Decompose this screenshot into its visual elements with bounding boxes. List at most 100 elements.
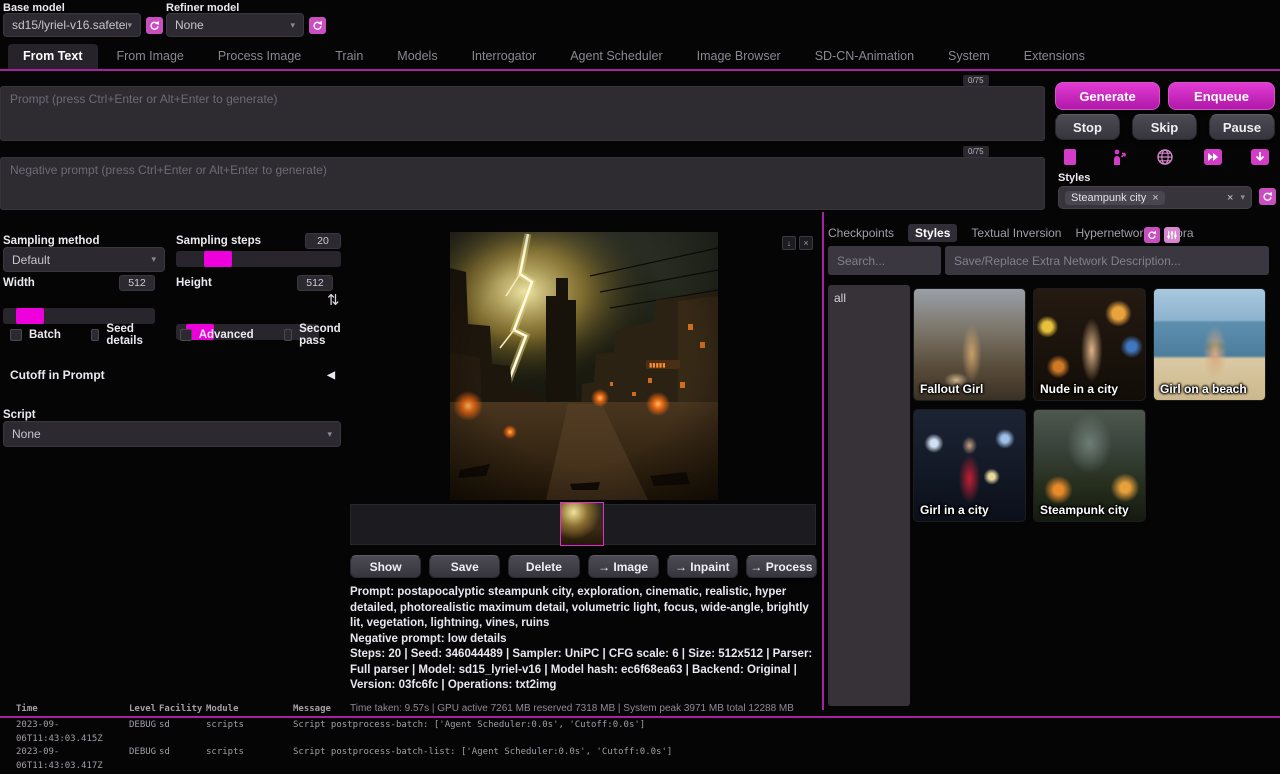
log-time: 2023-09-06T11:43:03.417Z	[16, 746, 129, 773]
option-checkbox[interactable]: Batch	[10, 323, 61, 347]
generate-button[interactable]: Generate	[1055, 82, 1160, 110]
chip-remove-icon[interactable]: ×	[1152, 192, 1158, 204]
image-download-icon[interactable]: ↓	[782, 236, 796, 250]
networks-search-input[interactable]	[828, 246, 941, 275]
styles-select[interactable]: Steampunk city × × ▾	[1058, 186, 1252, 209]
networks-refresh-button[interactable]	[1144, 227, 1160, 243]
chevron-down-icon[interactable]: ▾	[1240, 192, 1245, 203]
sampling-steps-value[interactable]: 20	[305, 233, 341, 249]
viewer-button[interactable]: → Process	[746, 555, 817, 578]
height-value[interactable]: 512	[297, 275, 333, 291]
prompt-input[interactable]	[0, 86, 1045, 141]
log-module: scripts	[206, 719, 293, 746]
info-prompt: Prompt: postapocalyptic steampunk city, …	[350, 585, 822, 632]
networks-card-grid: Fallout Girl Nude in a city Girl on a be…	[913, 288, 1266, 522]
main-tab[interactable]: From Image	[102, 44, 199, 69]
network-card[interactable]: Nude in a city	[1033, 288, 1146, 401]
image-close-icon[interactable]: ×	[799, 236, 813, 250]
viewer-button[interactable]: → Inpaint	[667, 555, 738, 578]
result-image[interactable]: ▮▮▮▮▮	[450, 232, 718, 500]
negative-prompt-token-counter: 0/75	[963, 146, 989, 157]
main-tab[interactable]: Image Browser	[682, 44, 796, 69]
viewer-button-row: Show Save Delete → Image → Inpaint → Process	[350, 555, 817, 578]
swap-dimensions-icon[interactable]: ⇅	[327, 291, 340, 309]
app-root: Base model sd15/lyriel-v16.safetensors ▾…	[0, 0, 1280, 774]
network-card[interactable]: Fallout Girl	[913, 288, 1026, 401]
sampling-steps-slider[interactable]	[176, 251, 341, 267]
log-row: 2023-09-06T11:43:03.415Z DEBUG sd script…	[0, 719, 1280, 746]
generation-info: Prompt: postapocalyptic steampunk city, …	[350, 585, 822, 714]
viewer-button[interactable]: Delete	[508, 555, 579, 578]
checkbox-icon[interactable]	[284, 329, 292, 341]
refresh-icon	[1262, 191, 1273, 202]
networks-tabbar: CheckpointsStylesTextual InversionHypern…	[828, 224, 1194, 242]
viewer-button[interactable]: Show	[350, 555, 421, 578]
refiner-model-select[interactable]: None ▾	[166, 13, 304, 37]
network-card[interactable]: Girl in a city	[913, 409, 1026, 522]
width-value[interactable]: 512	[119, 275, 155, 291]
checkbox-icon[interactable]	[91, 329, 99, 341]
base-model-refresh-button[interactable]	[146, 17, 163, 34]
style-chip[interactable]: Steampunk city ×	[1065, 191, 1165, 205]
enqueue-button[interactable]: Enqueue	[1168, 82, 1275, 110]
log-header-row: TimeLevelFacilityModuleMessage	[0, 703, 1280, 717]
negative-prompt-input[interactable]	[0, 157, 1045, 210]
networks-tab[interactable]: Textual Inversion	[971, 226, 1061, 240]
option-checkbox[interactable]: Second pass	[284, 323, 345, 347]
main-tab[interactable]: Extensions	[1009, 44, 1100, 69]
styles-refresh-button[interactable]	[1259, 188, 1276, 205]
main-tab[interactable]: Models	[382, 44, 452, 69]
prompt-token-counter: 0/75	[963, 75, 989, 86]
log-row: 2023-09-06T11:43:03.417Z DEBUG sd script…	[0, 746, 1280, 773]
apply-style-button[interactable]	[1103, 146, 1133, 168]
viewer-button[interactable]: → Image	[588, 555, 659, 578]
network-card[interactable]: Steampunk city	[1033, 409, 1146, 522]
stop-button[interactable]: Stop	[1055, 114, 1120, 140]
skip-button[interactable]: Skip	[1132, 114, 1197, 140]
folder-item-all[interactable]: all	[828, 285, 910, 311]
cutoff-accordion-header[interactable]: Cutoff in Prompt ◀	[10, 368, 335, 382]
refiner-model-refresh-button[interactable]	[309, 17, 326, 34]
viewer-button[interactable]: Save	[429, 555, 500, 578]
checkbox-label: Advanced	[199, 329, 254, 341]
refresh-icon	[149, 20, 160, 31]
main-tab[interactable]: Agent Scheduler	[555, 44, 677, 69]
main-tab[interactable]: Train	[320, 44, 378, 69]
paste-clipboard-button[interactable]	[1055, 146, 1085, 168]
network-card[interactable]: Girl on a beach	[1153, 288, 1266, 401]
network-card-title: Steampunk city	[1040, 503, 1129, 517]
log-level: DEBUG	[129, 719, 159, 746]
sampling-method-value: Default	[12, 253, 50, 267]
slider-handle[interactable]	[204, 251, 232, 267]
log-header-cell: Time	[16, 703, 129, 717]
networks-button[interactable]	[1150, 146, 1180, 168]
networks-settings-button[interactable]	[1164, 227, 1180, 243]
main-tab[interactable]: System	[933, 44, 1005, 69]
fast-forward-icon	[1204, 149, 1222, 165]
networks-tab[interactable]: Styles	[908, 224, 957, 242]
download-button[interactable]	[1245, 146, 1275, 168]
fast-forward-button[interactable]	[1198, 146, 1228, 168]
pause-button[interactable]: Pause	[1209, 114, 1275, 140]
main-tab[interactable]: SD-CN-Animation	[800, 44, 929, 69]
script-select[interactable]: None ▾	[3, 421, 341, 447]
checkbox-icon[interactable]	[10, 329, 22, 341]
option-checkbox[interactable]: Advanced	[180, 323, 254, 347]
styles-clear-icon[interactable]: ×	[1227, 192, 1233, 204]
thumbnail-selected[interactable]	[560, 502, 604, 546]
networks-description-input[interactable]	[945, 246, 1269, 275]
sampling-method-select[interactable]: Default ▾	[3, 247, 165, 272]
base-model-select[interactable]: sd15/lyriel-v16.safetensors ▾	[3, 13, 141, 37]
log-rows: 2023-09-06T11:43:03.415Z DEBUG sd script…	[0, 719, 1280, 774]
slider-handle[interactable]	[16, 308, 44, 324]
main-tab[interactable]: From Text	[8, 44, 98, 69]
chevron-down-icon: ▾	[327, 429, 332, 440]
main-tab[interactable]: Interrogator	[457, 44, 552, 69]
log-header-cell: Module	[206, 703, 293, 717]
checkbox-label: Batch	[29, 329, 61, 341]
main-tab[interactable]: Process Image	[203, 44, 316, 69]
networks-tab[interactable]: Checkpoints	[828, 226, 894, 240]
checkbox-icon[interactable]	[180, 329, 192, 341]
option-checkbox[interactable]: Seed details	[91, 323, 150, 347]
width-slider[interactable]	[3, 308, 155, 324]
